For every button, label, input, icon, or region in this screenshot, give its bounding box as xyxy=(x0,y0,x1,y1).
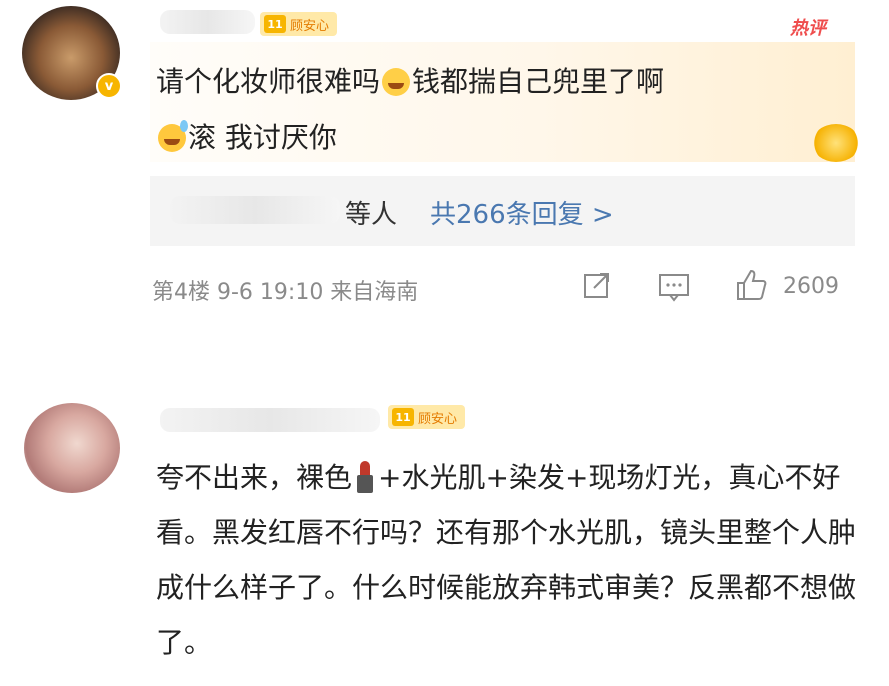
comment-text-part: 请个化妆师很难吗 xyxy=(156,65,381,98)
fan-badge[interactable]: 11 顾安心 xyxy=(260,12,338,36)
hot-comment-label: 热评 xyxy=(790,18,826,39)
fan-badge[interactable]: 11 顾安心 xyxy=(388,405,466,429)
comment-meta: 第4楼 9-6 19:10 来自海南 xyxy=(152,280,419,305)
comment-text-part: 夸不出来，裸色 xyxy=(156,461,353,494)
fan-badge-label: 顾安心 xyxy=(290,18,330,34)
blurred-username[interactable] xyxy=(160,408,380,432)
comment-text-part: 钱都揣自己兜里了啊 xyxy=(412,65,665,98)
like-icon[interactable] xyxy=(734,268,768,309)
comment-text-part: 滚 我讨厌你 xyxy=(188,121,337,154)
replies-others-label: 等人 xyxy=(345,200,398,230)
fan-badge-label: 顾安心 xyxy=(418,411,458,427)
blurred-reply-usernames xyxy=(170,196,340,224)
sweat-emoji-icon xyxy=(158,120,188,152)
share-icon[interactable] xyxy=(582,270,612,307)
blurred-username[interactable] xyxy=(160,10,255,34)
medal-icon xyxy=(812,124,860,162)
commenter-avatar[interactable] xyxy=(24,403,120,493)
fan-level: 11 xyxy=(392,408,414,426)
like-count: 2609 xyxy=(783,274,839,299)
comment-text: 夸不出来，裸色 +水光肌+染发+现场灯光，真心不好看。黑发红唇不行吗？还有那个水光… xyxy=(156,450,856,670)
comment-text: 请个化妆师很难吗 钱都揣自己兜里了啊 滚 我讨厌你 xyxy=(156,54,836,166)
verified-badge-icon: v xyxy=(96,73,122,99)
fan-level: 11 xyxy=(264,15,286,33)
lipstick-emoji-icon xyxy=(356,461,374,493)
comment-icon[interactable] xyxy=(658,272,690,309)
view-replies-link[interactable]: 共266条回复 > xyxy=(430,194,614,231)
replies-preview[interactable]: 等人 共266条回复 > xyxy=(150,176,855,246)
laughing-emoji-icon xyxy=(382,68,411,96)
